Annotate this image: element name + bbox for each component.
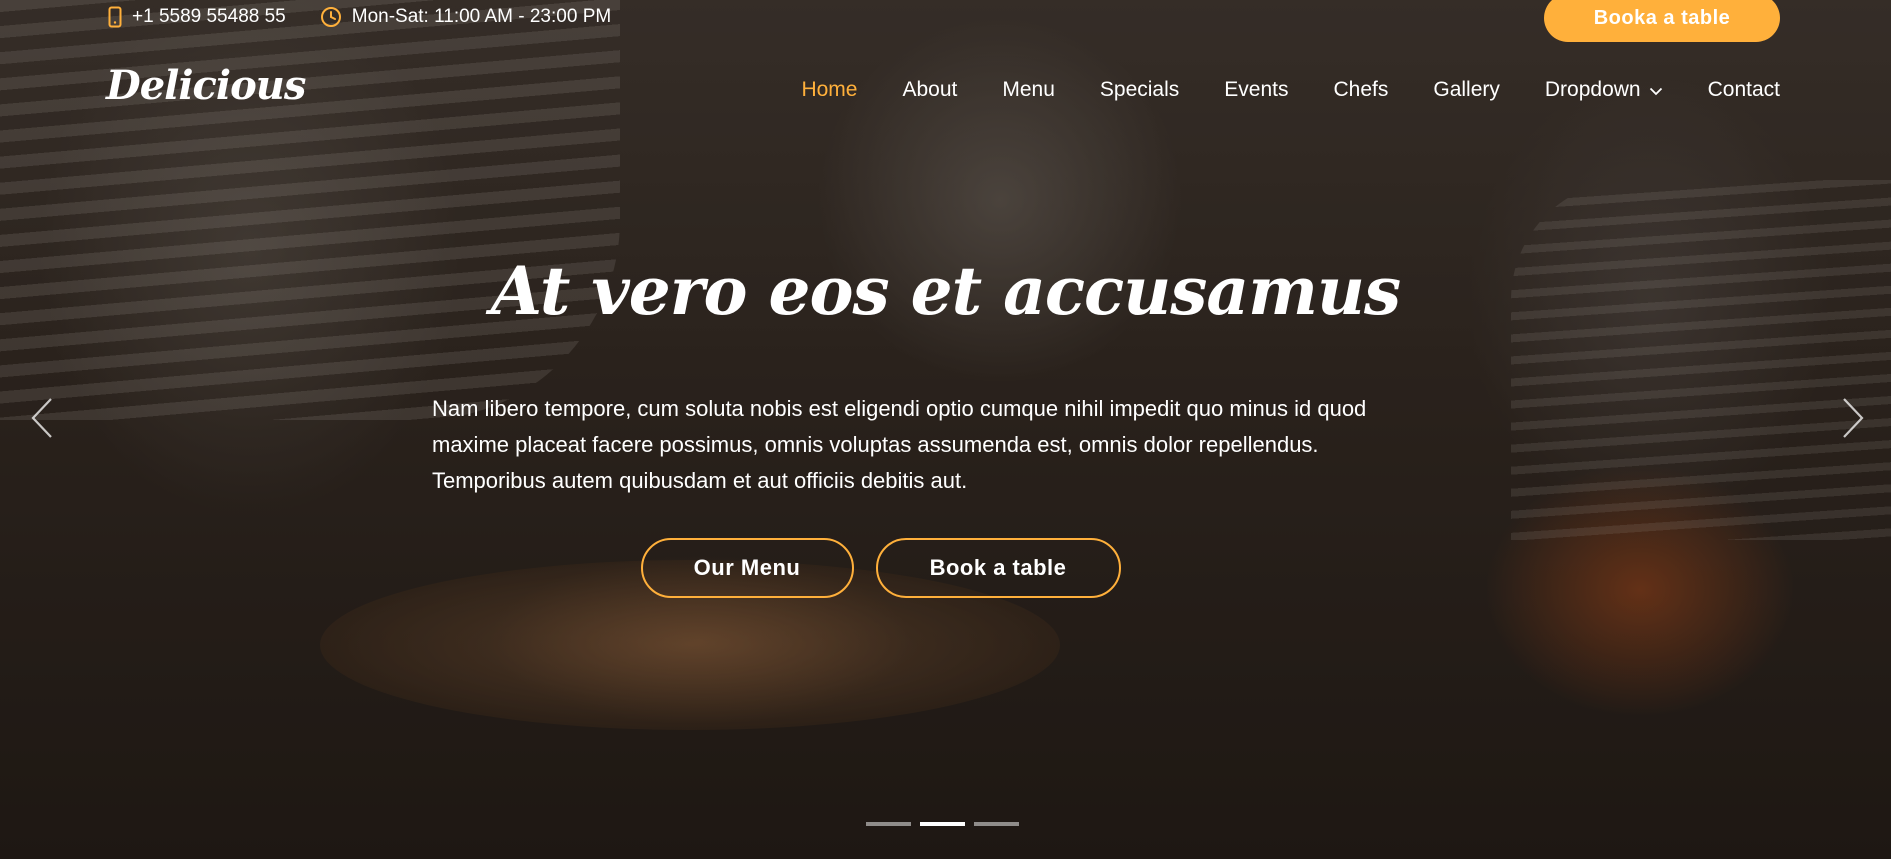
chevron-right-icon[interactable] bbox=[1841, 396, 1865, 445]
nav-item-specials[interactable]: Specials bbox=[1100, 78, 1179, 102]
phone-icon bbox=[108, 6, 122, 28]
phone-number: +1 5589 55488 55 bbox=[132, 6, 286, 27]
nav-item-events[interactable]: Events bbox=[1224, 78, 1288, 102]
site-logo[interactable]: Delicious bbox=[106, 62, 306, 109]
nav-label: About bbox=[902, 78, 958, 101]
nav-label: Gallery bbox=[1433, 78, 1500, 101]
top-info-bar: +1 5589 55488 55 Mon-Sat: 11:00 AM - 23:… bbox=[108, 4, 611, 30]
nav-item-home[interactable]: Home bbox=[801, 78, 857, 102]
carousel-indicator-active[interactable] bbox=[920, 822, 965, 826]
nav-item-about[interactable]: About bbox=[902, 78, 957, 102]
opening-hours: Mon-Sat: 11:00 AM - 23:00 PM bbox=[320, 6, 611, 28]
hours-text: Mon-Sat: 11:00 AM - 23:00 PM bbox=[351, 6, 612, 27]
main-nav: Home About Menu Specials Events Chefs Ga… bbox=[801, 78, 1780, 102]
chevron-down-icon bbox=[1649, 78, 1663, 102]
carousel-indicators bbox=[866, 822, 1019, 826]
hero-section: +1 5589 55488 55 Mon-Sat: 11:00 AM - 23:… bbox=[0, 0, 1891, 859]
nav-label: Menu bbox=[1002, 78, 1055, 101]
nav-label: Home bbox=[801, 78, 858, 101]
nav-item-menu[interactable]: Menu bbox=[1002, 78, 1055, 102]
nav-label: Chefs bbox=[1333, 78, 1389, 101]
carousel-indicator[interactable] bbox=[866, 822, 911, 826]
nav-label: Contact bbox=[1707, 78, 1780, 101]
nav-label: Specials bbox=[1099, 78, 1180, 101]
nav-label: Dropdown bbox=[1544, 78, 1641, 101]
hero-buttons: Our Menu Book a table bbox=[0, 538, 1891, 598]
contact-phone: +1 5589 55488 55 bbox=[108, 6, 286, 28]
hero-title: At vero eos et accusamus bbox=[490, 252, 1401, 330]
book-table-top-button[interactable]: Booka a table bbox=[1544, 0, 1780, 42]
clock-icon bbox=[320, 6, 342, 28]
chevron-left-icon[interactable] bbox=[30, 396, 54, 445]
nav-item-chefs[interactable]: Chefs bbox=[1334, 78, 1389, 102]
carousel-indicator[interactable] bbox=[974, 822, 1019, 826]
nav-item-dropdown[interactable]: Dropdown bbox=[1545, 78, 1663, 102]
nav-item-gallery[interactable]: Gallery bbox=[1433, 78, 1500, 102]
our-menu-button[interactable]: Our Menu bbox=[640, 538, 854, 598]
hero-description: Nam libero tempore, cum soluta nobis est… bbox=[432, 396, 1367, 493]
book-table-button[interactable]: Book a table bbox=[875, 538, 1121, 598]
nav-label: Events bbox=[1224, 78, 1289, 101]
nav-item-contact[interactable]: Contact bbox=[1708, 78, 1780, 102]
